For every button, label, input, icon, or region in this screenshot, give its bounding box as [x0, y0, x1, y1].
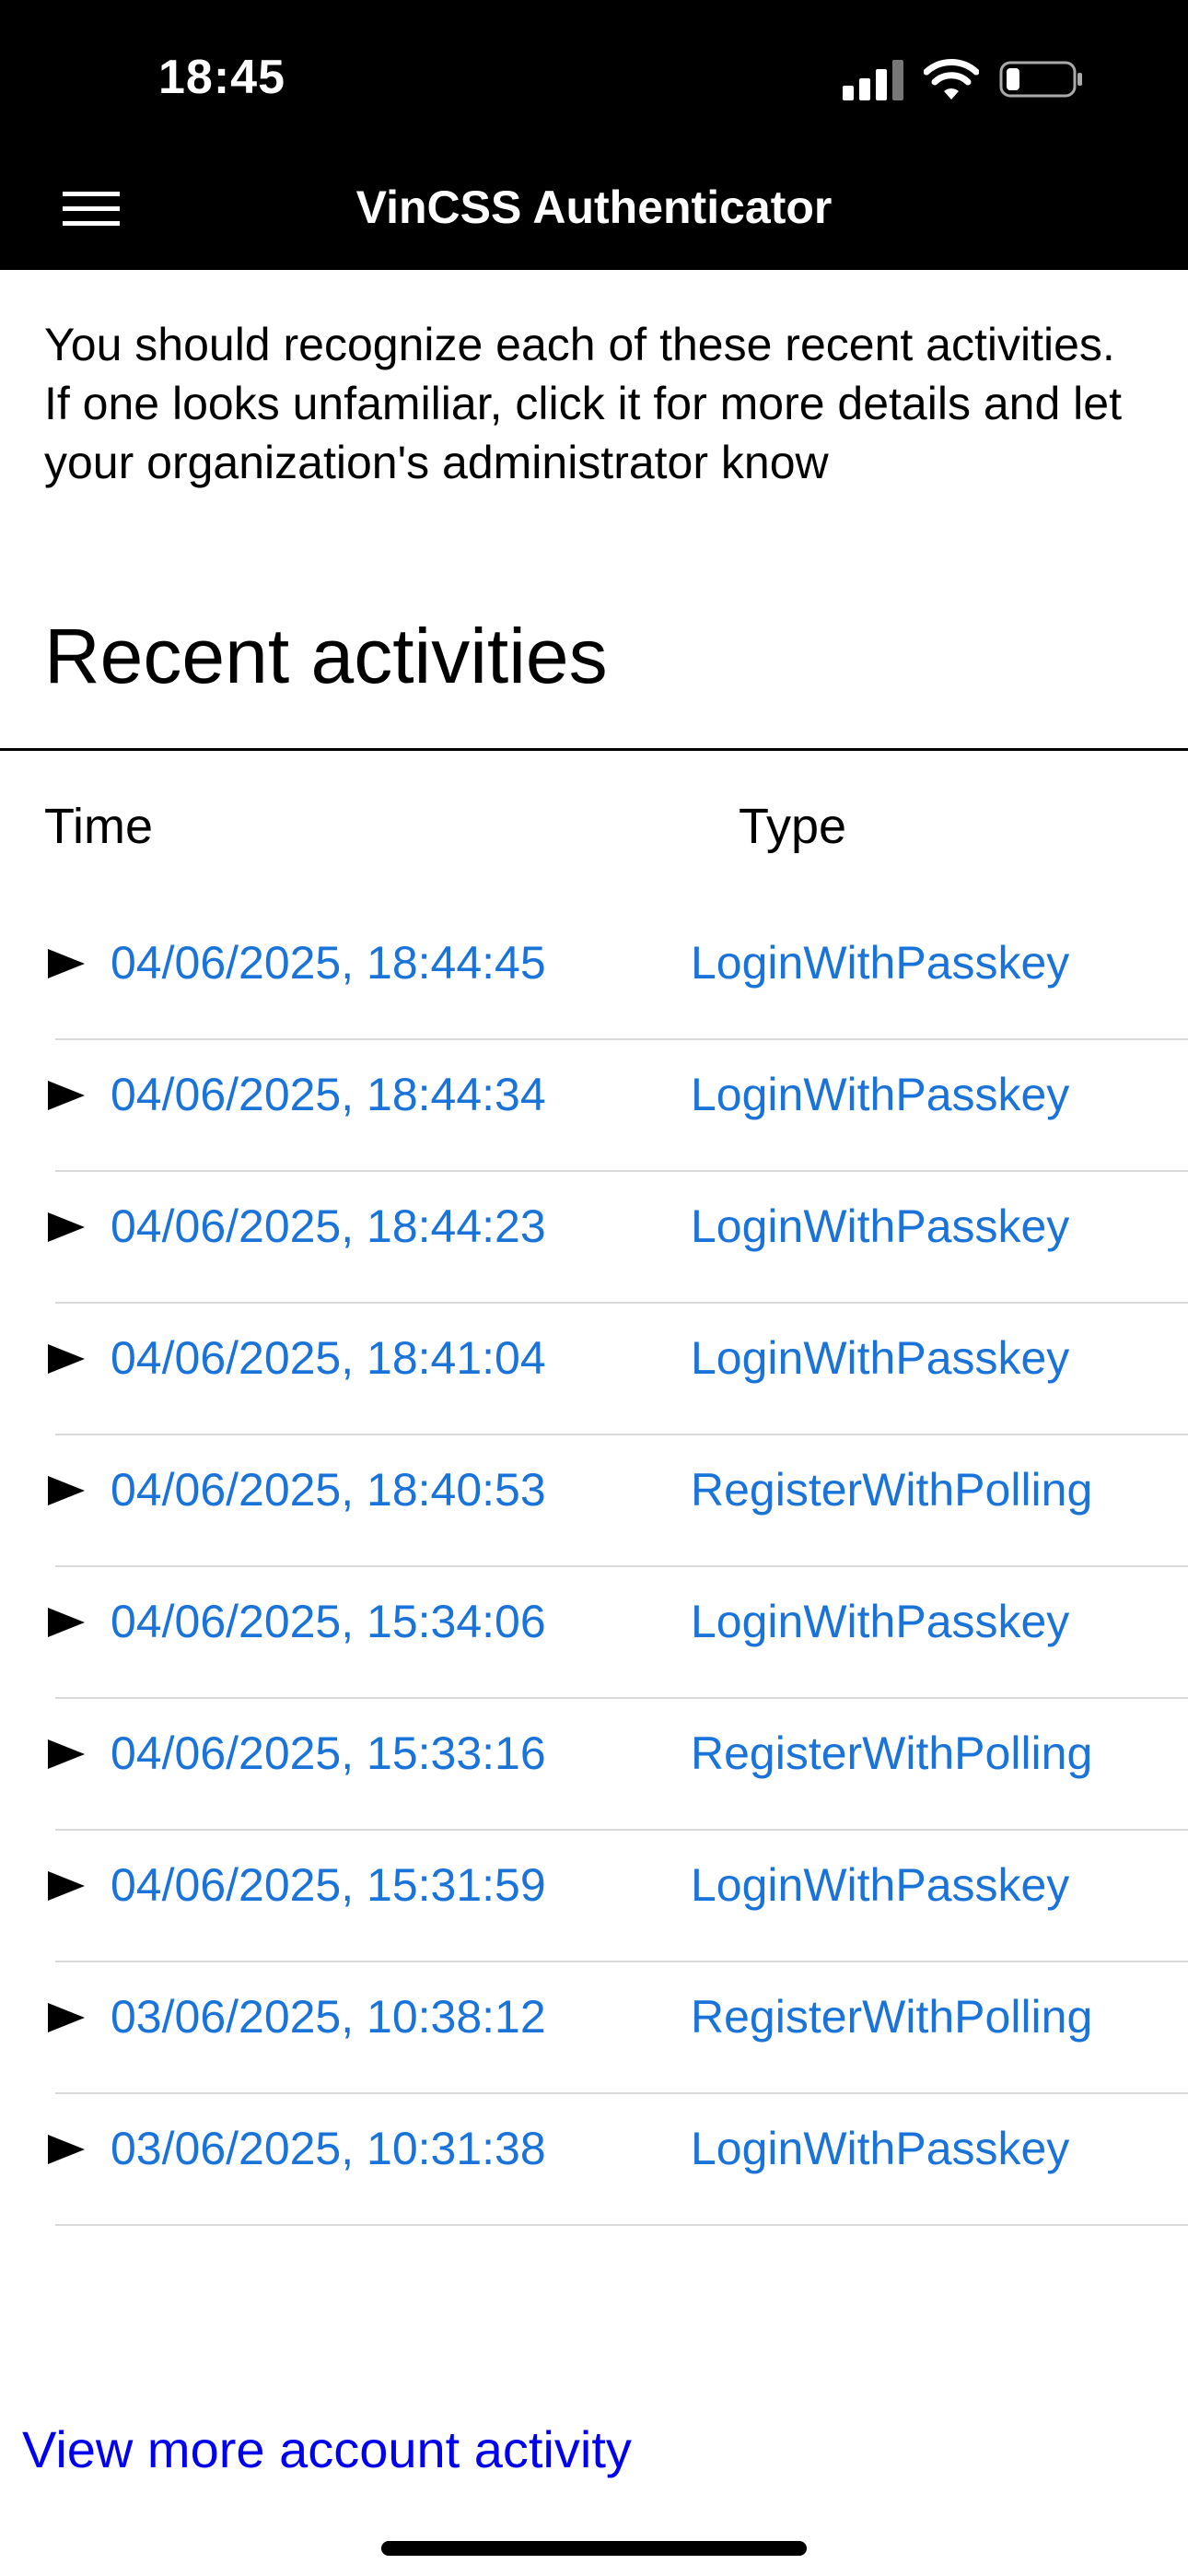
disclosure-triangle-icon[interactable] [48, 1081, 85, 1110]
disclosure-triangle-icon[interactable] [48, 1871, 85, 1901]
activity-row[interactable]: 03/06/2025, 10:38:12 RegisterWithPolling [0, 1962, 1188, 2094]
activity-time[interactable]: 04/06/2025, 15:33:16 [111, 1727, 546, 1780]
view-more-activity-link[interactable]: View more account activity [22, 2419, 632, 2479]
activity-time[interactable]: 04/06/2025, 15:31:59 [111, 1858, 546, 1912]
disclosure-triangle-icon[interactable] [48, 1608, 85, 1637]
activity-row[interactable]: 04/06/2025, 18:40:53 RegisterWithPolling [0, 1435, 1188, 1567]
column-header-type: Type [739, 799, 847, 854]
activity-row[interactable]: 04/06/2025, 18:44:23 LoginWithPasskey [0, 1172, 1188, 1304]
activity-time[interactable]: 04/06/2025, 18:44:34 [111, 1068, 546, 1121]
battery-icon [999, 61, 1082, 98]
activity-row[interactable]: 04/06/2025, 18:44:45 LoginWithPasskey [0, 908, 1188, 1040]
activity-row[interactable]: 04/06/2025, 15:34:06 LoginWithPasskey [0, 1567, 1188, 1699]
status-time: 18:45 [158, 51, 285, 104]
activity-row[interactable]: 04/06/2025, 18:44:34 LoginWithPasskey [0, 1040, 1188, 1172]
activity-type[interactable]: RegisterWithPolling [691, 1463, 1092, 1516]
activity-type[interactable]: LoginWithPasskey [691, 936, 1069, 989]
activity-row[interactable]: 04/06/2025, 18:41:04 LoginWithPasskey [0, 1304, 1188, 1435]
activity-type[interactable]: LoginWithPasskey [691, 1595, 1069, 1648]
app-header: 18:45 VinCSS Authenticator [0, 0, 1188, 270]
activity-row[interactable]: 03/06/2025, 10:31:38 LoginWithPasskey [0, 2094, 1188, 2226]
section-title: Recent activities [44, 613, 608, 699]
activity-time[interactable]: 03/06/2025, 10:31:38 [111, 2122, 546, 2175]
activity-time[interactable]: 04/06/2025, 18:44:45 [111, 936, 546, 989]
activity-row[interactable]: 04/06/2025, 15:31:59 LoginWithPasskey [0, 1831, 1188, 1962]
home-indicator [381, 2541, 807, 2556]
disclosure-triangle-icon[interactable] [48, 2135, 85, 2164]
activity-type[interactable]: LoginWithPasskey [691, 1331, 1069, 1385]
disclosure-triangle-icon[interactable] [48, 1212, 85, 1242]
column-header-time: Time [44, 799, 153, 854]
activity-time[interactable]: 03/06/2025, 10:38:12 [111, 1990, 546, 2043]
activity-type[interactable]: LoginWithPasskey [691, 1068, 1069, 1121]
disclosure-triangle-icon[interactable] [48, 949, 85, 978]
activity-time[interactable]: 04/06/2025, 18:44:23 [111, 1200, 546, 1253]
cellular-signal-icon [843, 60, 903, 100]
wifi-icon [924, 59, 979, 100]
row-divider [55, 2224, 1188, 2226]
activity-type[interactable]: RegisterWithPolling [691, 1990, 1092, 2043]
disclosure-triangle-icon[interactable] [48, 1739, 85, 1769]
activity-time[interactable]: 04/06/2025, 15:34:06 [111, 1595, 546, 1648]
activity-time[interactable]: 04/06/2025, 18:40:53 [111, 1463, 546, 1516]
intro-text: You should recognize each of these recen… [44, 319, 1122, 488]
disclosure-triangle-icon[interactable] [48, 1344, 85, 1374]
activity-time[interactable]: 04/06/2025, 18:41:04 [111, 1331, 546, 1385]
section-divider [0, 748, 1188, 751]
activity-type[interactable]: RegisterWithPolling [691, 1727, 1092, 1780]
disclosure-triangle-icon[interactable] [48, 2003, 85, 2032]
app-title: VinCSS Authenticator [355, 181, 833, 233]
activity-type[interactable]: LoginWithPasskey [691, 1858, 1069, 1912]
activity-type[interactable]: LoginWithPasskey [691, 1200, 1069, 1253]
activity-row[interactable]: 04/06/2025, 15:33:16 RegisterWithPolling [0, 1699, 1188, 1831]
activity-type[interactable]: LoginWithPasskey [691, 2122, 1069, 2175]
disclosure-triangle-icon[interactable] [48, 1476, 85, 1505]
